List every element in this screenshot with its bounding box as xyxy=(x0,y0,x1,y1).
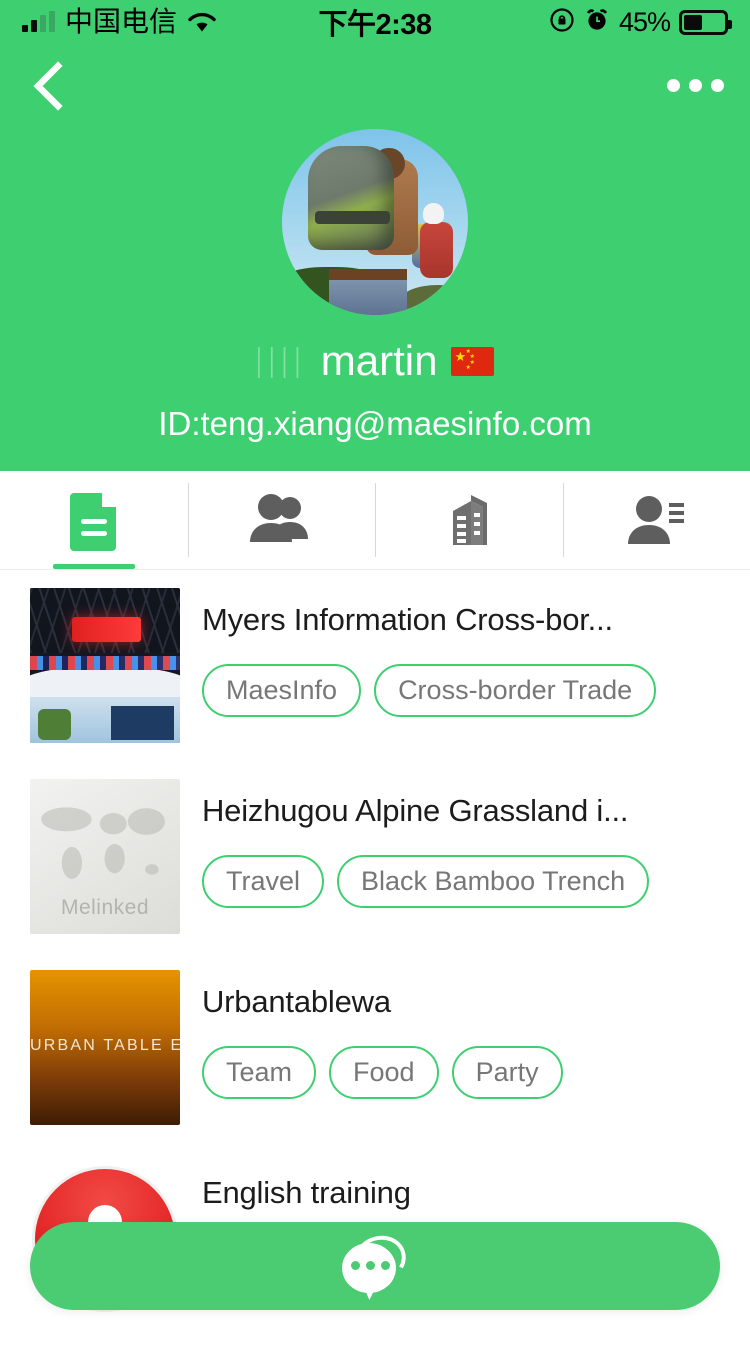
tab-groups[interactable] xyxy=(188,471,376,569)
tag-chip[interactable]: Team xyxy=(202,1046,316,1099)
tab-active-indicator xyxy=(53,564,135,569)
back-button[interactable] xyxy=(26,58,72,114)
list-item-body: Myers Information Cross-bor... MaesInfo … xyxy=(180,588,750,717)
list-item-body: Urbantablewa Team Food Party xyxy=(180,970,750,1099)
chat-button[interactable] xyxy=(30,1222,720,1310)
tag-chip[interactable]: Party xyxy=(452,1046,563,1099)
list-item-thumbnail: Melinked xyxy=(30,779,180,934)
list-item-tags: Travel Black Bamboo Trench xyxy=(202,855,750,908)
more-dot xyxy=(689,79,702,92)
status-bar-time: 下午2:38 xyxy=(0,1,750,43)
profile-username: martin xyxy=(321,337,438,385)
list-item-title: Urbantablewa xyxy=(202,984,750,1020)
tag-chip[interactable]: MaesInfo xyxy=(202,664,361,717)
thumbnail-watermark: Melinked xyxy=(30,896,180,920)
chat-bubble-icon xyxy=(338,1235,412,1297)
tag-chip[interactable]: Cross-border Trade xyxy=(374,664,656,717)
name-prefix: |||| xyxy=(256,342,307,380)
list-item-thumbnail: URBAN TABLE EVEN xyxy=(30,970,180,1125)
list-item-title: English training xyxy=(202,1175,750,1211)
profile-id: ID:teng.xiang@maesinfo.com xyxy=(0,405,750,443)
profile-name-row: |||| martin ★★★ ★★ xyxy=(0,337,750,385)
tag-chip[interactable]: Black Bamboo Trench xyxy=(337,855,649,908)
more-dot xyxy=(667,79,680,92)
list-item-tags: MaesInfo Cross-border Trade xyxy=(202,664,750,717)
list-item-title: Myers Information Cross-bor... xyxy=(202,602,750,638)
tag-chip[interactable]: Food xyxy=(329,1046,439,1099)
tab-bar xyxy=(0,471,750,570)
more-options-button[interactable] xyxy=(667,79,724,92)
more-dot xyxy=(711,79,724,92)
status-bar: 中国电信 下午2:38 45% xyxy=(0,0,750,44)
tab-contacts[interactable] xyxy=(563,471,750,569)
document-icon xyxy=(66,489,122,551)
tag-chip[interactable]: Travel xyxy=(202,855,324,908)
list-item-tags: Team Food Party xyxy=(202,1046,750,1099)
list-item-title: Heizhugou Alpine Grassland i... xyxy=(202,793,750,829)
person-list-icon xyxy=(625,492,687,548)
building-icon xyxy=(441,491,497,549)
chevron-left-icon xyxy=(26,58,72,114)
list-item-body: Heizhugou Alpine Grassland i... Travel B… xyxy=(180,779,750,908)
people-icon xyxy=(248,493,314,547)
tab-company[interactable] xyxy=(375,471,563,569)
avatar[interactable] xyxy=(282,129,468,315)
profile-header: |||| martin ★★★ ★★ ID:teng.xiang@maesinf… xyxy=(0,127,750,471)
thumbnail-caption: URBAN TABLE EVEN xyxy=(30,1037,180,1055)
tab-posts[interactable] xyxy=(0,471,188,569)
list-item[interactable]: Melinked Heizhugou Alpine Grassland i...… xyxy=(0,761,750,952)
list-item-thumbnail xyxy=(30,588,180,743)
navigation-bar xyxy=(0,44,750,127)
battery-icon xyxy=(679,10,728,35)
list-item[interactable]: URBAN TABLE EVEN Urbantablewa Team Food … xyxy=(0,952,750,1143)
list-item[interactable]: Myers Information Cross-bor... MaesInfo … xyxy=(0,570,750,761)
china-flag-icon: ★★★ ★★ xyxy=(451,347,494,376)
